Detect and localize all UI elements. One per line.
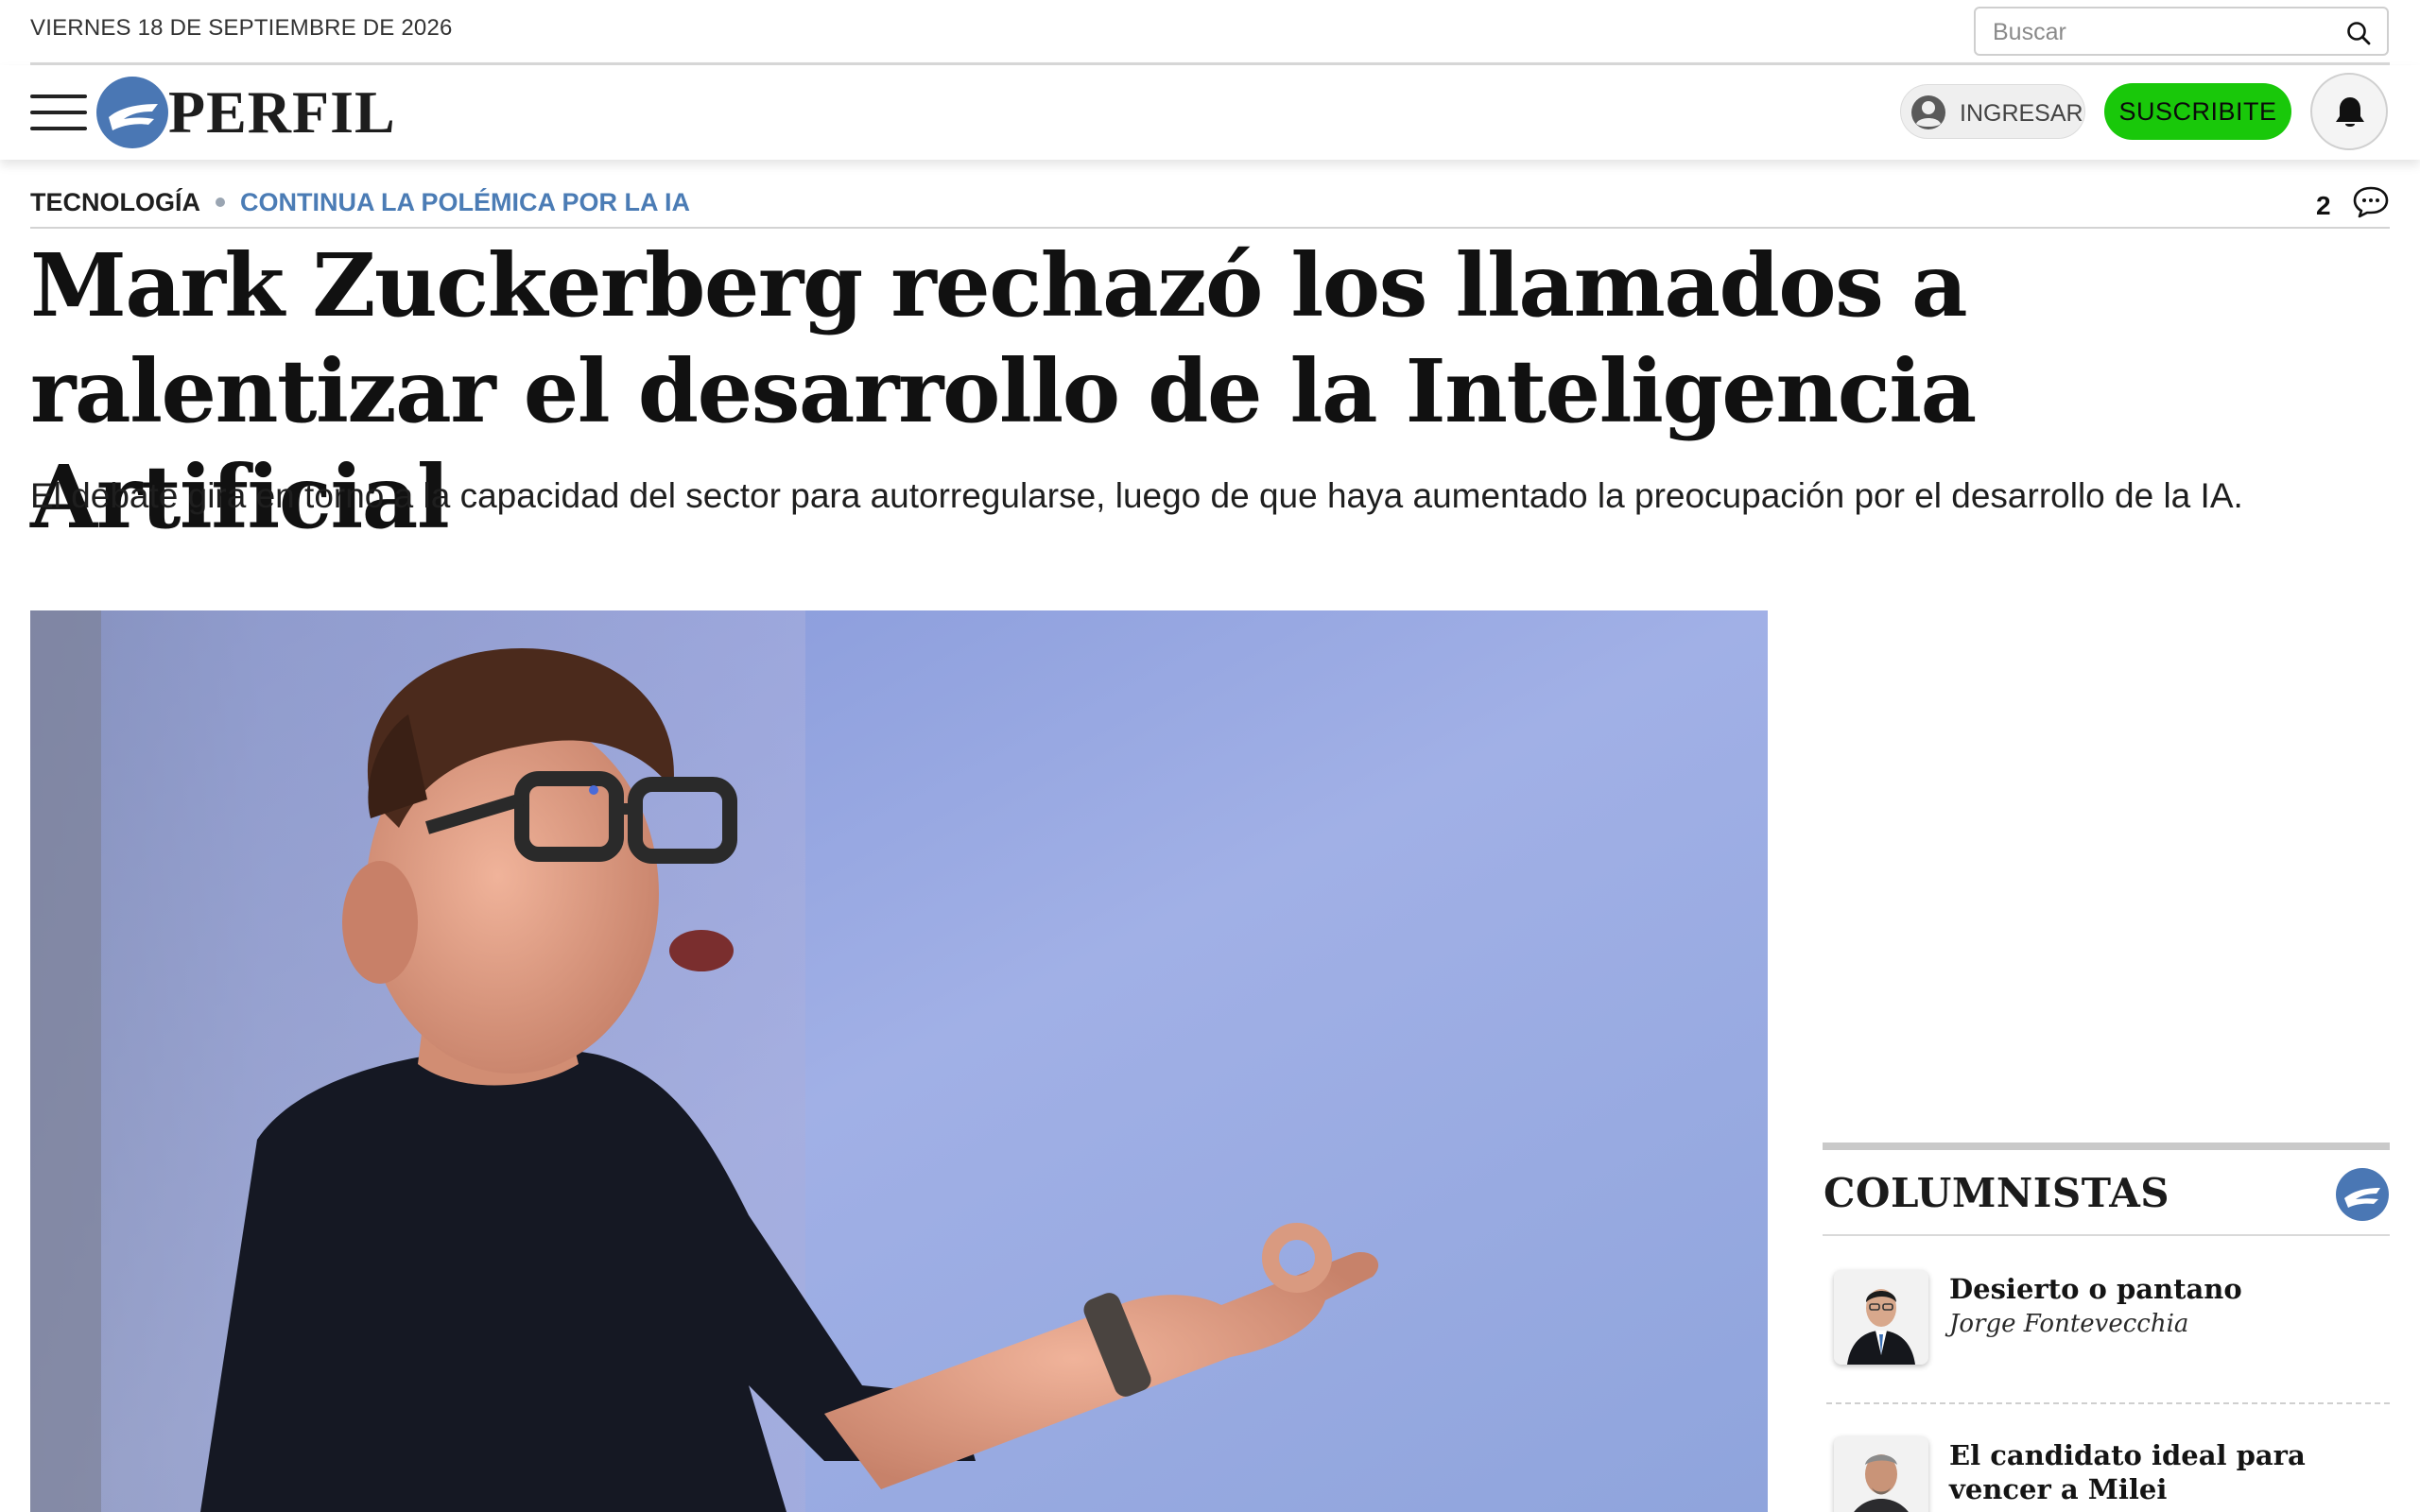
bell-icon [2336,97,2364,127]
current-date: VIERNES 18 DE SEPTIEMBRE DE 2026 [30,15,453,41]
search-icon[interactable] [2345,20,2372,46]
columnist-avatar [1834,1436,1928,1512]
divider [1823,1234,2390,1236]
comments-count: 2 [2316,191,2331,220]
columnist-article-title[interactable]: Desierto o pantano [1949,1272,2384,1306]
user-icon [1911,95,1945,129]
article-section-line: TECNOLOGÍA CONTINUA LA POLÉMICA POR LA IA [30,185,690,219]
subscribe-button[interactable]: SUSCRIBITE [2104,83,2291,140]
top-strip: VIERNES 18 DE SEPTIEMBRE DE 2026 [0,0,2420,62]
kicker-label[interactable]: CONTINUA LA POLÉMICA POR LA IA [240,188,690,216]
comments-link[interactable]: 2 [2307,183,2392,223]
columnistas-title[interactable]: COLUMNISTAS [1824,1170,2169,1216]
main-navbar: PERFIL INGRESAR SUSCRIBITE [0,65,2420,160]
separator-dot [216,197,225,207]
columnistas-top-rule [1823,1143,2390,1150]
login-label: INGRESAR [1960,100,2083,127]
perfil-logo-mark-icon [96,77,168,148]
columnist-item[interactable]: Desierto o pantano Jorge Fontevecchia [1823,1257,2390,1370]
menu-hamburger-icon[interactable] [30,93,87,132]
article-subtitle: El debate gira en torno a la capacidad d… [30,476,2243,515]
columnist-item[interactable]: El candidato ideal para vencer a Milei [1823,1423,2390,1512]
login-button[interactable]: INGRESAR [1900,84,2085,139]
search-box[interactable] [1974,7,2389,56]
speaker-photo [30,610,1768,1512]
divider [30,227,2390,229]
search-input[interactable] [1993,16,2333,48]
section-label[interactable]: TECNOLOGÍA [30,188,200,216]
site-logo[interactable]: PERFIL [95,75,426,150]
columnist-article-title[interactable]: El candidato ideal para vencer a Milei [1949,1438,2384,1506]
article-main-image[interactable] [30,610,1768,1512]
columnist-author[interactable]: Jorge Fontevecchia [1949,1310,2188,1338]
perfil-logo-icon[interactable] [2335,1167,2390,1222]
columnist-avatar [1834,1270,1928,1365]
comment-bubble-icon [2353,186,2389,218]
brand-name: PERFIL [168,78,396,146]
notifications-button[interactable] [2310,73,2388,150]
columnist-separator [1826,1402,2390,1404]
